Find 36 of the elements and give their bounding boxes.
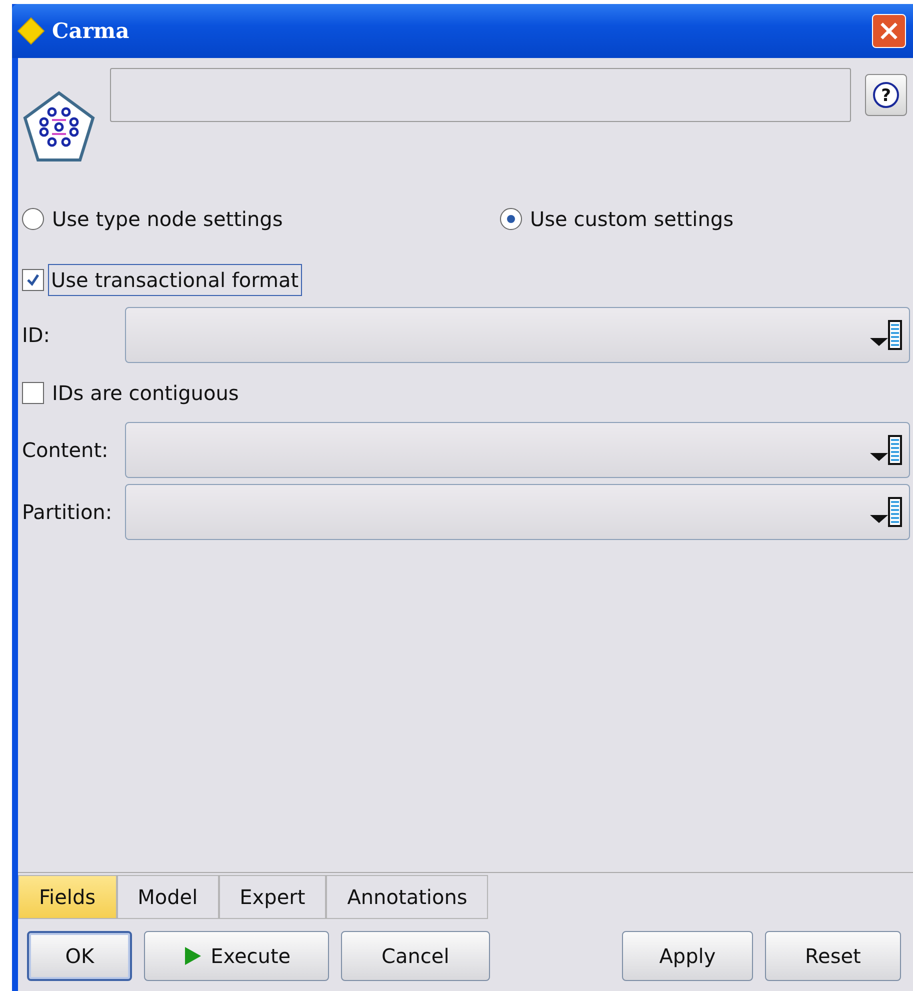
checkbox[interactable]: [22, 382, 44, 404]
dropdown-field[interactable]: [125, 307, 910, 363]
dropdown-field[interactable]: [125, 484, 910, 540]
dialog-button[interactable]: OK: [27, 931, 132, 981]
tab[interactable]: Annotations: [326, 875, 488, 919]
dropdown-field[interactable]: [125, 422, 910, 478]
field-picker-icon: [869, 495, 905, 529]
field-picker-icon: [869, 318, 905, 352]
tab[interactable]: Model: [116, 875, 219, 919]
checkbox-label: Use transactional format: [48, 264, 302, 296]
close-button[interactable]: [872, 14, 906, 48]
help-icon: ?: [872, 81, 900, 109]
field-picker-icon: [869, 433, 905, 467]
checkbox-label: IDs are contiguous: [52, 380, 239, 407]
help-button[interactable]: ?: [865, 74, 907, 116]
field-label: Partition:: [22, 499, 114, 526]
field-label: Content:: [22, 437, 110, 464]
radio-button[interactable]: [22, 208, 44, 230]
dialog-button[interactable]: Execute: [144, 931, 329, 981]
radio-button[interactable]: [500, 208, 522, 230]
radio-label: Use type node settings: [52, 206, 283, 233]
diamond-icon: [16, 16, 46, 46]
dialog-button[interactable]: Cancel: [340, 931, 490, 981]
play-icon: [182, 945, 203, 967]
radio-label: Use custom settings: [530, 206, 734, 233]
field-label: ID:: [22, 322, 52, 349]
close-icon: [879, 20, 899, 42]
node-icon: [22, 90, 96, 164]
tab[interactable]: Fields: [18, 875, 117, 919]
dialog-button[interactable]: Reset: [764, 931, 901, 981]
window-title: Carma: [52, 17, 130, 46]
tab[interactable]: Expert: [218, 875, 326, 919]
check-icon: [25, 272, 41, 288]
checkbox[interactable]: [22, 269, 44, 291]
name-field[interactable]: [110, 68, 851, 122]
dialog-button[interactable]: Apply: [622, 931, 753, 981]
